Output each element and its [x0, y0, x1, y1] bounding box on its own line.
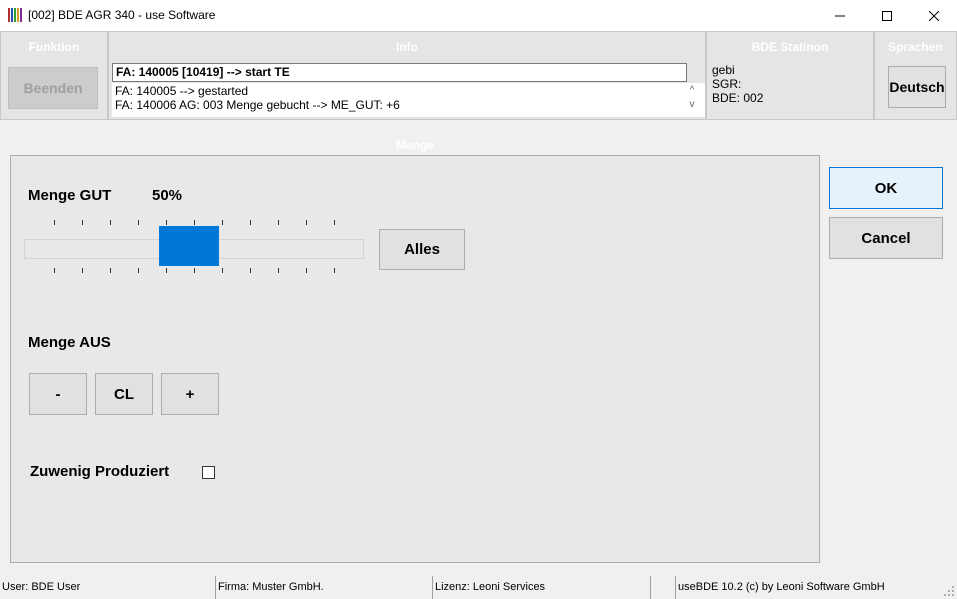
slider-tick — [306, 220, 307, 225]
language-button[interactable]: Deutsch — [888, 66, 946, 108]
station-line: gebi — [712, 63, 735, 77]
slider-tick — [278, 220, 279, 225]
menge-title: Menge — [395, 138, 434, 152]
menge-aus-label: Menge AUS — [28, 334, 111, 351]
increment-button[interactable]: + — [161, 373, 219, 415]
close-button[interactable] — [911, 0, 957, 31]
slider-tick — [166, 268, 167, 273]
slider-tick — [250, 220, 251, 225]
slider-tick — [54, 268, 55, 273]
slider-thumb[interactable] — [159, 226, 219, 266]
status-firma: Firma: Muster GmbH. — [215, 576, 432, 599]
menge-group: Menge GUT 50% Alles Menge AUS - CL + Zuw… — [10, 155, 820, 563]
alles-button[interactable]: Alles — [379, 229, 465, 270]
station-title: BDE Statinon — [751, 40, 829, 54]
ok-button[interactable]: OK — [829, 167, 943, 209]
window-title: [002] BDE AGR 340 - use Software — [28, 8, 216, 22]
beenden-button[interactable]: Beenden — [8, 67, 98, 109]
slider-tick — [82, 268, 83, 273]
maximize-button[interactable] — [864, 0, 910, 31]
menge-gut-value: 50% — [152, 187, 183, 204]
funktion-panel: Funktion Beenden — [0, 31, 108, 120]
scroll-down-icon[interactable]: v — [685, 98, 699, 112]
slider-tick — [222, 220, 223, 225]
slider-tick — [306, 268, 307, 273]
slider-tick — [334, 268, 335, 273]
slider-tick — [138, 220, 139, 225]
slider-tick — [138, 268, 139, 273]
maximize-icon — [882, 10, 892, 21]
minimize-button[interactable] — [817, 0, 863, 31]
slider-tick — [110, 220, 111, 225]
status-bar: User: BDE User Firma: Muster GmbH. Lizen… — [0, 576, 957, 599]
scroll-up-icon[interactable]: ^ — [685, 84, 699, 98]
menge-gut-label: Menge GUT — [28, 187, 112, 204]
info-title: Info — [396, 40, 418, 54]
station-info: gebi SGR: BDE: 002 — [712, 63, 763, 105]
info-scrollbar[interactable]: ^ v — [685, 84, 699, 116]
log-line: FA: 140006 AG: 003 Menge gebucht --> ME_… — [115, 98, 400, 112]
status-user: User: BDE User — [2, 581, 81, 593]
zuwenig-checkbox[interactable] — [202, 466, 215, 479]
station-line: BDE: 002 — [712, 91, 764, 105]
resize-grip-icon[interactable] — [943, 585, 955, 597]
slider-tick — [278, 268, 279, 273]
slider-tick — [110, 268, 111, 273]
slider-tick — [54, 220, 55, 225]
decrement-button[interactable]: - — [29, 373, 87, 415]
slider-tick — [222, 268, 223, 273]
zuwenig-label: Zuwenig Produziert — [30, 463, 170, 480]
close-icon — [929, 10, 939, 21]
info-log-list[interactable]: FA: 140005 --> gestarted FA: 140006 AG: … — [112, 83, 705, 117]
cancel-button[interactable]: Cancel — [829, 217, 943, 259]
slider-tick — [82, 220, 83, 225]
status-lizenz: Lizenz: Leoni Services — [432, 576, 650, 599]
info-panel: Info FA: 140005 [10419] --> start TE FA:… — [108, 31, 706, 120]
slider-tick — [194, 268, 195, 273]
app-grid-icon — [8, 8, 22, 22]
slider-tick — [194, 220, 195, 225]
status-empty — [650, 576, 675, 599]
slider-tick — [166, 220, 167, 225]
sprachen-title: Sprachen — [888, 40, 943, 54]
slider-tick — [250, 268, 251, 273]
status-copyright: useBDE 10.2 (c) by Leoni Software GmbH — [675, 576, 957, 599]
log-line: FA: 140005 --> gestarted — [115, 84, 249, 98]
funktion-title: Funktion — [28, 40, 80, 54]
info-current-field[interactable]: FA: 140005 [10419] --> start TE — [112, 63, 687, 82]
title-bar: [002] BDE AGR 340 - use Software — [0, 0, 957, 31]
slider-tick — [334, 220, 335, 225]
station-line: SGR: — [712, 77, 742, 91]
minimize-icon — [835, 15, 845, 16]
station-panel: BDE Statinon gebi SGR: BDE: 002 — [706, 31, 874, 120]
sprachen-panel: Sprachen Deutsch — [874, 31, 957, 120]
clear-button[interactable]: CL — [95, 373, 153, 415]
